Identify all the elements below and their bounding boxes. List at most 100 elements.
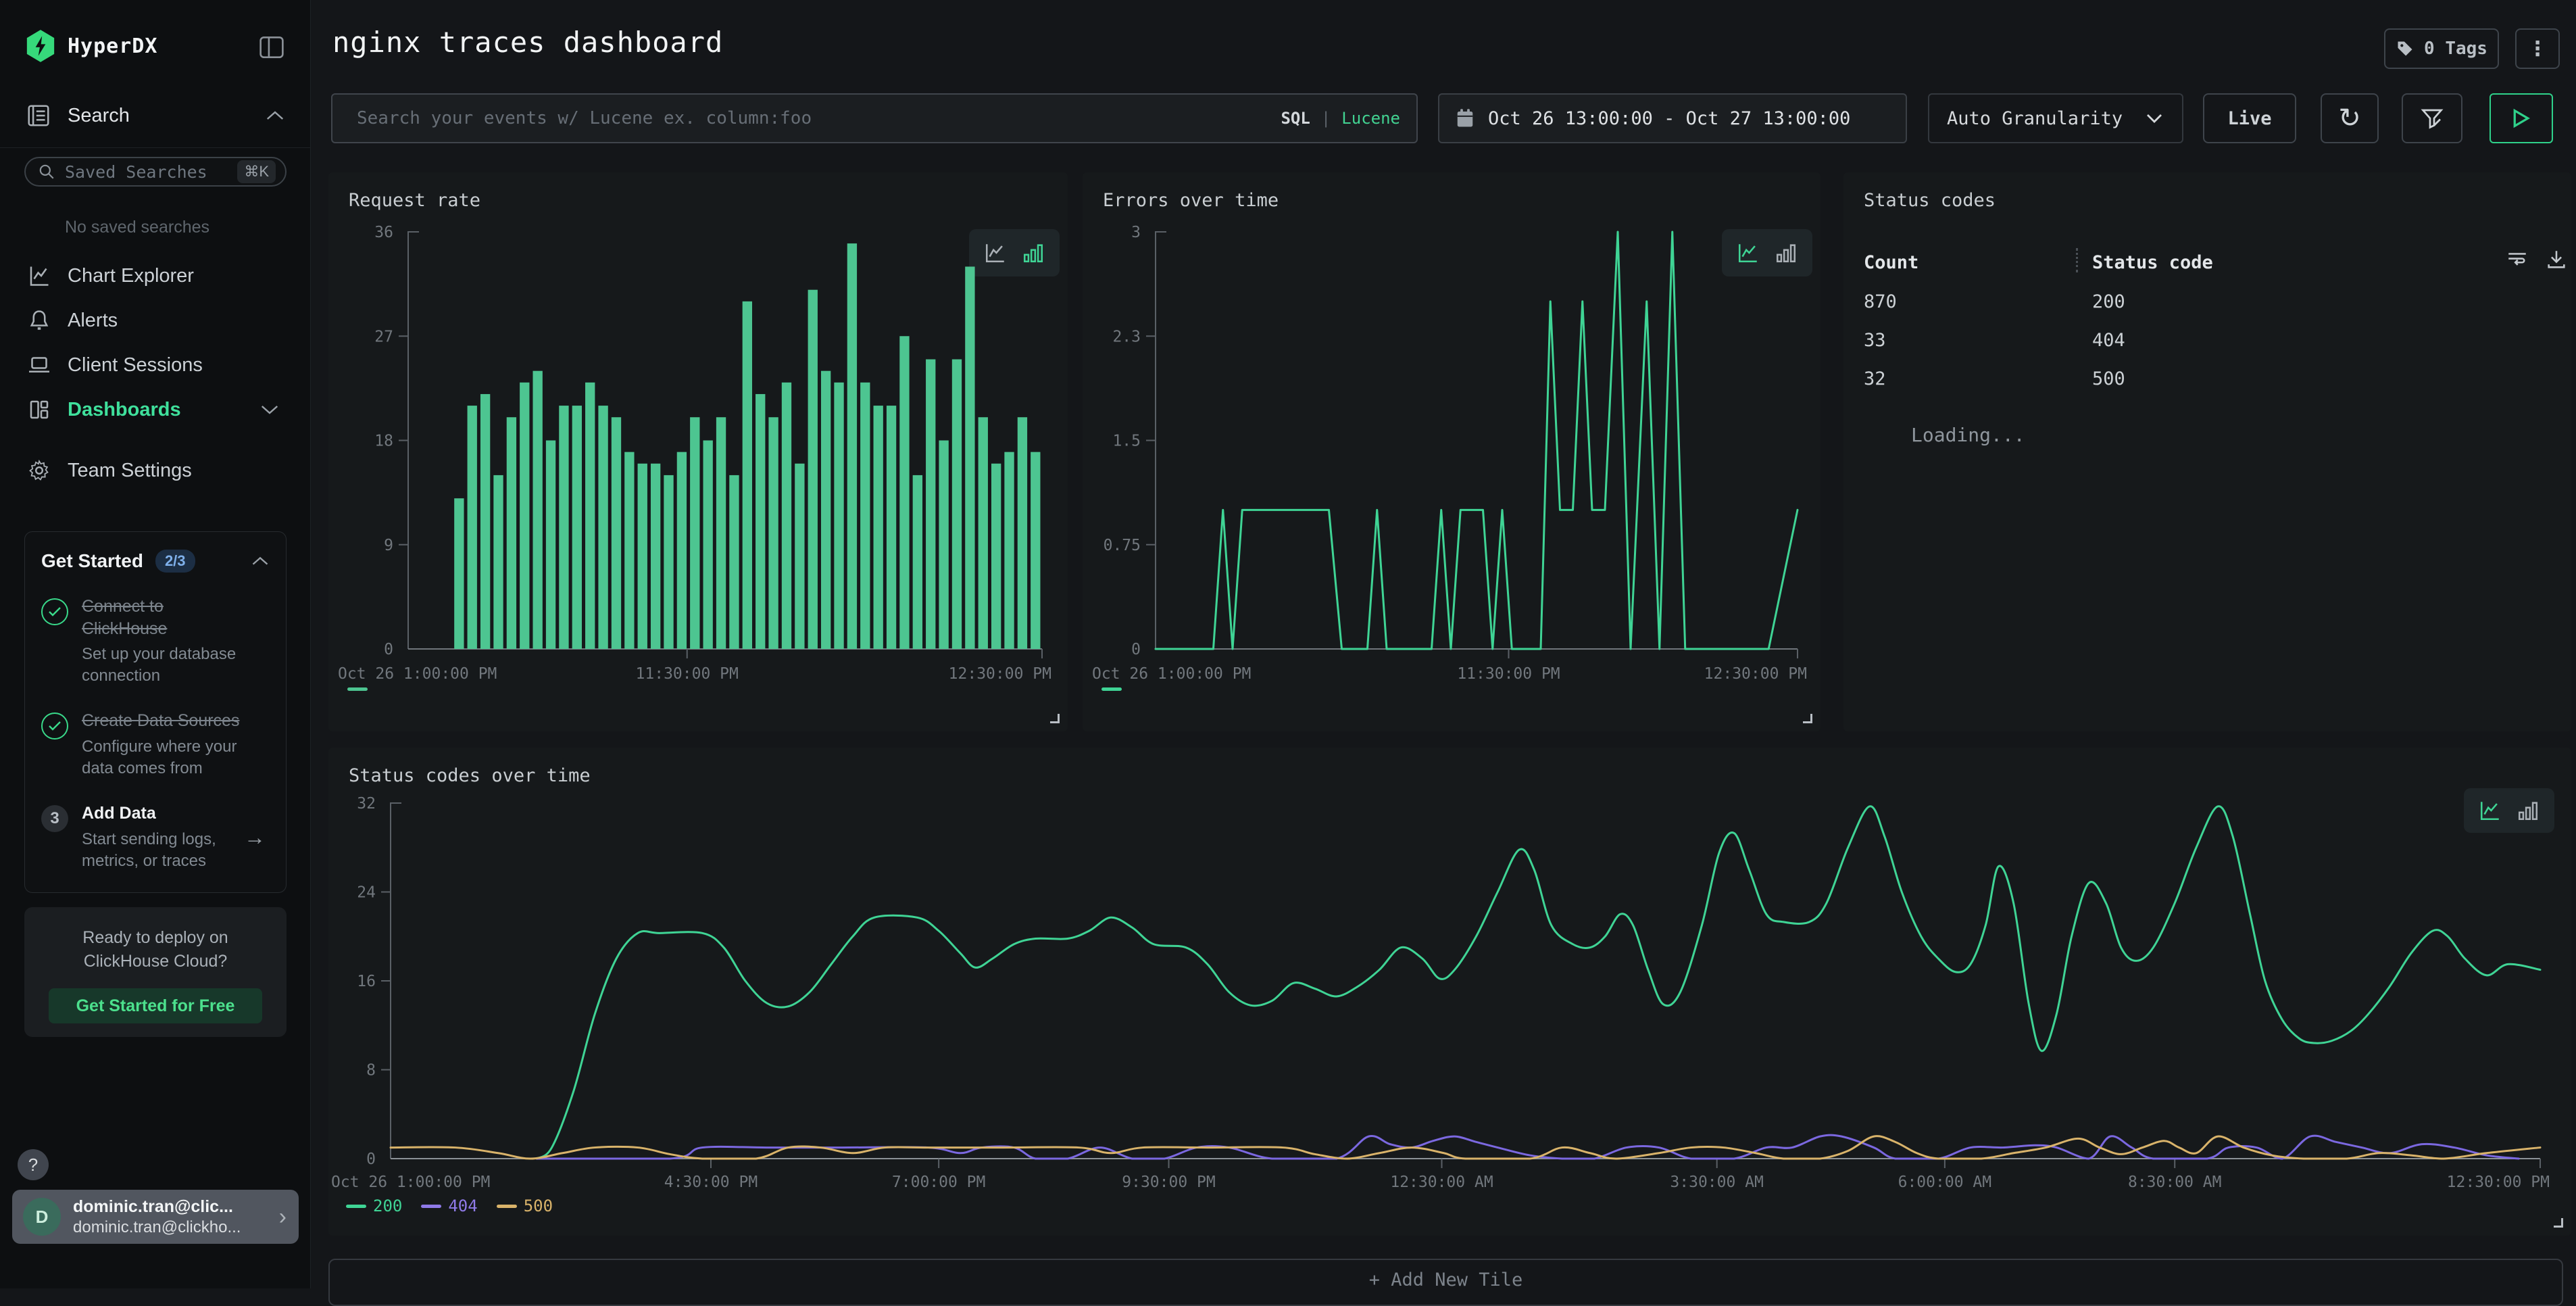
refresh-button[interactable]: ↻ <box>2321 93 2379 143</box>
column-header-status-code[interactable]: Status code <box>2092 252 2213 273</box>
svg-text:11:30:00 PM: 11:30:00 PM <box>1457 665 1560 683</box>
svg-text:12:30:00 PM: 12:30:00 PM <box>2447 1174 2550 1191</box>
legend-label: 404 <box>448 1196 477 1215</box>
filter-button[interactable] <box>2402 93 2462 143</box>
chevron-up-icon[interactable] <box>265 109 285 122</box>
user-name: dominic.tran@clic... <box>73 1197 241 1217</box>
legend-dash <box>347 687 368 691</box>
tile-status-codes: Status codes Count Status code 870 200 3… <box>1843 172 2571 731</box>
date-range-value: Oct 26 13:00:00 - Oct 27 13:00:00 <box>1488 108 1850 129</box>
shortcut-badge: ⌘K <box>237 160 276 183</box>
tags-button[interactable]: 0 Tags <box>2384 28 2499 69</box>
cell-status-code: 500 <box>2092 368 2125 389</box>
dashboard-menu-button[interactable]: ⋮ <box>2515 28 2560 69</box>
arrow-right-icon: → <box>244 825 266 850</box>
tile-resize-handle[interactable] <box>1803 714 1812 723</box>
run-query-button[interactable] <box>2490 93 2553 143</box>
tile-resize-handle[interactable] <box>1050 714 1060 723</box>
date-range-picker[interactable]: Oct 26 13:00:00 - Oct 27 13:00:00 <box>1438 93 1907 143</box>
bell-icon <box>27 308 51 333</box>
svg-text:11:30:00 PM: 11:30:00 PM <box>636 665 739 683</box>
svg-text:6:00:00 AM: 6:00:00 AM <box>1898 1174 1991 1191</box>
legend-item-500[interactable]: 500 <box>497 1196 553 1215</box>
sidebar-item-label: Client Sessions <box>68 354 203 377</box>
search-section-icon <box>26 103 51 128</box>
brand[interactable]: HyperDX <box>26 30 157 62</box>
add-new-tile-button[interactable]: + Add New Tile <box>328 1259 2563 1306</box>
granularity-select[interactable]: Auto Granularity <box>1928 93 2183 143</box>
request-rate-chart[interactable]: 09182736Oct 26 1:00:00 PM11:30:00 PM12:3… <box>328 172 1068 731</box>
table-actions <box>2506 248 2568 271</box>
get-started-free-button[interactable]: Get Started for Free <box>49 988 262 1023</box>
cell-count: 32 <box>1864 368 1886 389</box>
svg-text:0: 0 <box>384 641 393 658</box>
step-desc: Start sending logs, metrics, or traces <box>82 829 252 872</box>
legend-item-404[interactable]: 404 <box>421 1196 477 1215</box>
svg-text:9:30:00 PM: 9:30:00 PM <box>1122 1174 1215 1191</box>
sidebar-item-dashboards[interactable]: Dashboards <box>0 391 311 429</box>
saved-searches-input[interactable]: Saved Searches ⌘K <box>24 157 287 187</box>
tile-errors-over-time: Errors over time 00.751.52.33Oct 26 1:00… <box>1083 172 1820 731</box>
column-header-count[interactable]: Count <box>1864 252 1918 273</box>
cell-count: 33 <box>1864 330 1886 351</box>
sidebar-item-team-settings[interactable]: Team Settings <box>0 452 311 489</box>
check-circle-icon <box>41 712 68 740</box>
errors-chart[interactable]: 00.751.52.33Oct 26 1:00:00 PM11:30:00 PM… <box>1083 172 1820 731</box>
event-search-input[interactable]: Search your events w/ Lucene ex. column:… <box>331 93 1418 143</box>
get-started-step-3[interactable]: 3 Add Data Start sending logs, metrics, … <box>41 802 270 872</box>
svg-text:0: 0 <box>366 1151 376 1168</box>
hyperdx-logo-icon <box>26 30 55 62</box>
get-started-step-2[interactable]: Create Data Sources Configure where your… <box>41 710 270 779</box>
legend-item-200[interactable]: 200 <box>346 1196 402 1215</box>
refresh-icon: ↻ <box>2338 105 2361 132</box>
clickhouse-cloud-promo: Ready to deploy on ClickHouse Cloud? Get… <box>24 907 287 1037</box>
status-codes-over-time-chart[interactable]: 08162432Oct 26 1:00:00 PM4:30:00 PM7:00:… <box>328 748 2571 1236</box>
cell-status-code: 404 <box>2092 330 2125 351</box>
download-icon[interactable] <box>2545 248 2568 271</box>
page-title: nginx traces dashboard <box>332 26 723 59</box>
live-button[interactable]: Live <box>2203 93 2296 143</box>
svg-text:36: 36 <box>374 224 393 241</box>
tile-request-rate: Request rate 09182736Oct 26 1:00:00 PM11… <box>328 172 1068 731</box>
step-title: Connect to ClickHouse <box>82 596 252 639</box>
sidebar-section-search[interactable]: Search <box>26 103 285 128</box>
chevron-up-icon[interactable] <box>251 555 270 567</box>
chevron-down-icon[interactable] <box>259 403 280 416</box>
svg-text:9: 9 <box>384 537 393 554</box>
svg-text:4:30:00 PM: 4:30:00 PM <box>664 1174 758 1191</box>
mode-separator: | <box>1321 109 1331 128</box>
search-placeholder: Search your events w/ Lucene ex. column:… <box>357 108 812 128</box>
svg-text:Oct 26 1:00:00 PM: Oct 26 1:00:00 PM <box>331 1174 490 1191</box>
chevron-right-icon: › <box>279 1204 287 1230</box>
chart-line-icon <box>27 264 51 288</box>
mode-sql[interactable]: SQL <box>1281 109 1310 128</box>
svg-text:12:30:00 PM: 12:30:00 PM <box>949 665 1051 683</box>
user-menu[interactable]: D dominic.tran@clic... dominic.tran@clic… <box>12 1190 299 1244</box>
svg-text:24: 24 <box>357 884 376 902</box>
play-icon <box>2512 108 2530 128</box>
get-started-title: Get Started <box>41 550 143 572</box>
legend-dash <box>421 1205 441 1208</box>
tile-status-codes-over-time: Status codes over time 08162432Oct 26 1:… <box>328 748 2571 1236</box>
granularity-value: Auto Granularity <box>1947 108 2123 129</box>
legend-label: 500 <box>524 1196 553 1215</box>
calendar-icon <box>1456 108 1475 128</box>
wrap-text-icon[interactable] <box>2506 248 2529 271</box>
cell-status-code: 200 <box>2092 291 2125 312</box>
sidebar-item-label: Chart Explorer <box>68 265 194 287</box>
column-resize-handle[interactable] <box>2076 248 2078 272</box>
sidebar-item-alerts[interactable]: Alerts <box>0 301 311 339</box>
mode-lucene[interactable]: Lucene <box>1341 109 1400 128</box>
svg-text:Oct 26 1:00:00 PM: Oct 26 1:00:00 PM <box>338 665 497 683</box>
sidebar-item-chart-explorer[interactable]: Chart Explorer <box>0 257 311 295</box>
collapse-sidebar-icon[interactable] <box>258 35 285 63</box>
sidebar-item-client-sessions[interactable]: Client Sessions <box>0 346 311 384</box>
get-started-step-1[interactable]: Connect to ClickHouse Set up your databa… <box>41 596 270 687</box>
help-button[interactable]: ? <box>18 1149 49 1180</box>
legend-dash <box>346 1205 366 1208</box>
loading-text: Loading... <box>1911 424 2025 446</box>
tile-resize-handle[interactable] <box>2554 1218 2563 1228</box>
svg-text:27: 27 <box>374 328 393 345</box>
svg-text:0.75: 0.75 <box>1104 537 1141 554</box>
svg-text:7:00:00 PM: 7:00:00 PM <box>892 1174 985 1191</box>
